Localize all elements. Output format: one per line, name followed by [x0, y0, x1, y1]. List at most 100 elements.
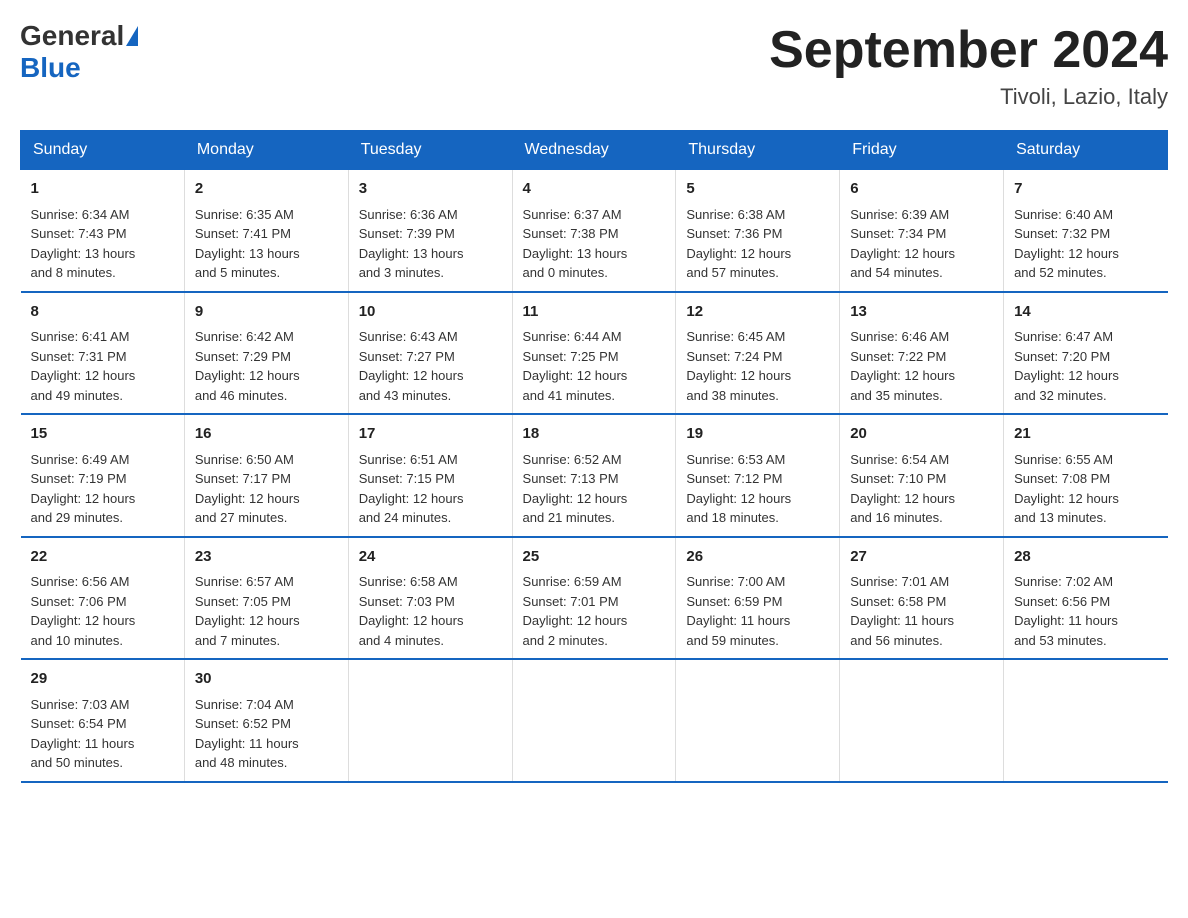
day-info: Sunrise: 6:39 AMSunset: 7:34 PMDaylight:…: [850, 205, 993, 283]
day-info: Sunrise: 6:59 AMSunset: 7:01 PMDaylight:…: [523, 572, 666, 650]
calendar-cell: 17 Sunrise: 6:51 AMSunset: 7:15 PMDayligh…: [348, 414, 512, 537]
day-info: Sunrise: 7:03 AMSunset: 6:54 PMDaylight:…: [31, 695, 174, 773]
day-info: Sunrise: 6:36 AMSunset: 7:39 PMDaylight:…: [359, 205, 502, 283]
calendar-cell: 26Sunrise: 7:00 AMSunset: 6:59 PMDayligh…: [676, 537, 840, 660]
day-number: 21: [1014, 423, 1157, 446]
weekday-header-tuesday: Tuesday: [348, 131, 512, 170]
location-label: Tivoli, Lazio, Italy: [769, 84, 1168, 110]
calendar-week-row: 29 Sunrise: 7:03 AMSunset: 6:54 PMDayligh…: [21, 659, 1168, 782]
day-info: Sunrise: 6:35 AMSunset: 7:41 PMDaylight:…: [195, 205, 338, 283]
day-info: Sunrise: 6:52 AMSunset: 7:13 PMDaylight:…: [523, 450, 666, 528]
calendar-cell: [1004, 659, 1168, 782]
calendar-table: SundayMondayTuesdayWednesdayThursdayFrid…: [20, 130, 1168, 783]
day-info: Sunrise: 6:53 AMSunset: 7:12 PMDaylight:…: [686, 450, 829, 528]
calendar-cell: 24Sunrise: 6:58 AMSunset: 7:03 PMDayligh…: [348, 537, 512, 660]
calendar-week-row: 8 Sunrise: 6:41 AMSunset: 7:31 PMDaylight…: [21, 292, 1168, 415]
day-number: 8: [31, 301, 174, 324]
calendar-cell: 19 Sunrise: 6:53 AMSunset: 7:12 PMDayligh…: [676, 414, 840, 537]
calendar-cell: 16 Sunrise: 6:50 AMSunset: 7:17 PMDayligh…: [184, 414, 348, 537]
calendar-cell: 25 Sunrise: 6:59 AMSunset: 7:01 PMDayligh…: [512, 537, 676, 660]
day-info: Sunrise: 6:43 AMSunset: 7:27 PMDaylight:…: [359, 327, 502, 405]
calendar-week-row: 15 Sunrise: 6:49 AMSunset: 7:19 PMDayligh…: [21, 414, 1168, 537]
day-number: 16: [195, 423, 338, 446]
day-number: 25: [523, 546, 666, 569]
day-number: 30: [195, 668, 338, 691]
calendar-body: 1Sunrise: 6:34 AMSunset: 7:43 PMDaylight…: [21, 170, 1168, 782]
logo-text: General: [20, 20, 140, 52]
calendar-cell: 27 Sunrise: 7:01 AMSunset: 6:58 PMDayligh…: [840, 537, 1004, 660]
weekday-header-wednesday: Wednesday: [512, 131, 676, 170]
calendar-cell: 10 Sunrise: 6:43 AMSunset: 7:27 PMDayligh…: [348, 292, 512, 415]
calendar-cell: 12 Sunrise: 6:45 AMSunset: 7:24 PMDayligh…: [676, 292, 840, 415]
calendar-cell: 28Sunrise: 7:02 AMSunset: 6:56 PMDayligh…: [1004, 537, 1168, 660]
calendar-cell: 30 Sunrise: 7:04 AMSunset: 6:52 PMDayligh…: [184, 659, 348, 782]
logo-blue-text: Blue: [20, 52, 81, 84]
day-number: 2: [195, 178, 338, 201]
calendar-cell: [840, 659, 1004, 782]
day-number: 29: [31, 668, 174, 691]
calendar-cell: 20Sunrise: 6:54 AMSunset: 7:10 PMDayligh…: [840, 414, 1004, 537]
day-number: 15: [31, 423, 174, 446]
day-number: 4: [523, 178, 666, 201]
calendar-cell: 14Sunrise: 6:47 AMSunset: 7:20 PMDayligh…: [1004, 292, 1168, 415]
day-number: 12: [686, 301, 829, 324]
day-info: Sunrise: 6:54 AMSunset: 7:10 PMDaylight:…: [850, 450, 993, 528]
calendar-cell: 29 Sunrise: 7:03 AMSunset: 6:54 PMDayligh…: [21, 659, 185, 782]
calendar-title: September 2024: [769, 20, 1168, 80]
day-info: Sunrise: 6:49 AMSunset: 7:19 PMDaylight:…: [31, 450, 174, 528]
day-info: Sunrise: 7:04 AMSunset: 6:52 PMDaylight:…: [195, 695, 338, 773]
day-number: 17: [359, 423, 502, 446]
calendar-cell: [512, 659, 676, 782]
day-number: 19: [686, 423, 829, 446]
day-number: 7: [1014, 178, 1157, 201]
day-info: Sunrise: 6:41 AMSunset: 7:31 PMDaylight:…: [31, 327, 174, 405]
day-number: 11: [523, 301, 666, 324]
day-info: Sunrise: 6:40 AMSunset: 7:32 PMDaylight:…: [1014, 205, 1157, 283]
day-number: 22: [31, 546, 174, 569]
day-number: 6: [850, 178, 993, 201]
day-info: Sunrise: 6:37 AMSunset: 7:38 PMDaylight:…: [523, 205, 666, 283]
calendar-cell: [676, 659, 840, 782]
weekday-header-sunday: Sunday: [21, 131, 185, 170]
logo-triangle-icon: [126, 26, 138, 46]
day-number: 9: [195, 301, 338, 324]
calendar-cell: 13 Sunrise: 6:46 AMSunset: 7:22 PMDayligh…: [840, 292, 1004, 415]
calendar-cell: 8 Sunrise: 6:41 AMSunset: 7:31 PMDaylight…: [21, 292, 185, 415]
day-info: Sunrise: 6:56 AMSunset: 7:06 PMDaylight:…: [31, 572, 174, 650]
day-number: 13: [850, 301, 993, 324]
calendar-week-row: 22 Sunrise: 6:56 AMSunset: 7:06 PMDayligh…: [21, 537, 1168, 660]
calendar-cell: 3 Sunrise: 6:36 AMSunset: 7:39 PMDaylight…: [348, 170, 512, 292]
calendar-week-row: 1Sunrise: 6:34 AMSunset: 7:43 PMDaylight…: [21, 170, 1168, 292]
calendar-header: SundayMondayTuesdayWednesdayThursdayFrid…: [21, 131, 1168, 170]
weekday-header-saturday: Saturday: [1004, 131, 1168, 170]
day-info: Sunrise: 6:45 AMSunset: 7:24 PMDaylight:…: [686, 327, 829, 405]
calendar-cell: 5Sunrise: 6:38 AMSunset: 7:36 PMDaylight…: [676, 170, 840, 292]
day-number: 24: [359, 546, 502, 569]
day-info: Sunrise: 7:00 AMSunset: 6:59 PMDaylight:…: [686, 572, 829, 650]
calendar-cell: [348, 659, 512, 782]
day-info: Sunrise: 7:01 AMSunset: 6:58 PMDaylight:…: [850, 572, 993, 650]
page-header: General Blue September 2024 Tivoli, Lazi…: [20, 20, 1168, 110]
title-section: September 2024 Tivoli, Lazio, Italy: [769, 20, 1168, 110]
day-number: 5: [686, 178, 829, 201]
day-number: 27: [850, 546, 993, 569]
day-info: Sunrise: 6:46 AMSunset: 7:22 PMDaylight:…: [850, 327, 993, 405]
day-number: 23: [195, 546, 338, 569]
day-info: Sunrise: 6:57 AMSunset: 7:05 PMDaylight:…: [195, 572, 338, 650]
weekday-header-monday: Monday: [184, 131, 348, 170]
day-number: 18: [523, 423, 666, 446]
calendar-cell: 7 Sunrise: 6:40 AMSunset: 7:32 PMDaylight…: [1004, 170, 1168, 292]
weekday-header-thursday: Thursday: [676, 131, 840, 170]
day-info: Sunrise: 6:42 AMSunset: 7:29 PMDaylight:…: [195, 327, 338, 405]
calendar-cell: 21Sunrise: 6:55 AMSunset: 7:08 PMDayligh…: [1004, 414, 1168, 537]
day-info: Sunrise: 6:51 AMSunset: 7:15 PMDaylight:…: [359, 450, 502, 528]
day-info: Sunrise: 6:50 AMSunset: 7:17 PMDaylight:…: [195, 450, 338, 528]
weekday-header-friday: Friday: [840, 131, 1004, 170]
day-number: 10: [359, 301, 502, 324]
logo: General Blue: [20, 20, 140, 84]
calendar-cell: 1Sunrise: 6:34 AMSunset: 7:43 PMDaylight…: [21, 170, 185, 292]
day-number: 14: [1014, 301, 1157, 324]
day-number: 3: [359, 178, 502, 201]
calendar-cell: 23 Sunrise: 6:57 AMSunset: 7:05 PMDayligh…: [184, 537, 348, 660]
calendar-cell: 18 Sunrise: 6:52 AMSunset: 7:13 PMDayligh…: [512, 414, 676, 537]
